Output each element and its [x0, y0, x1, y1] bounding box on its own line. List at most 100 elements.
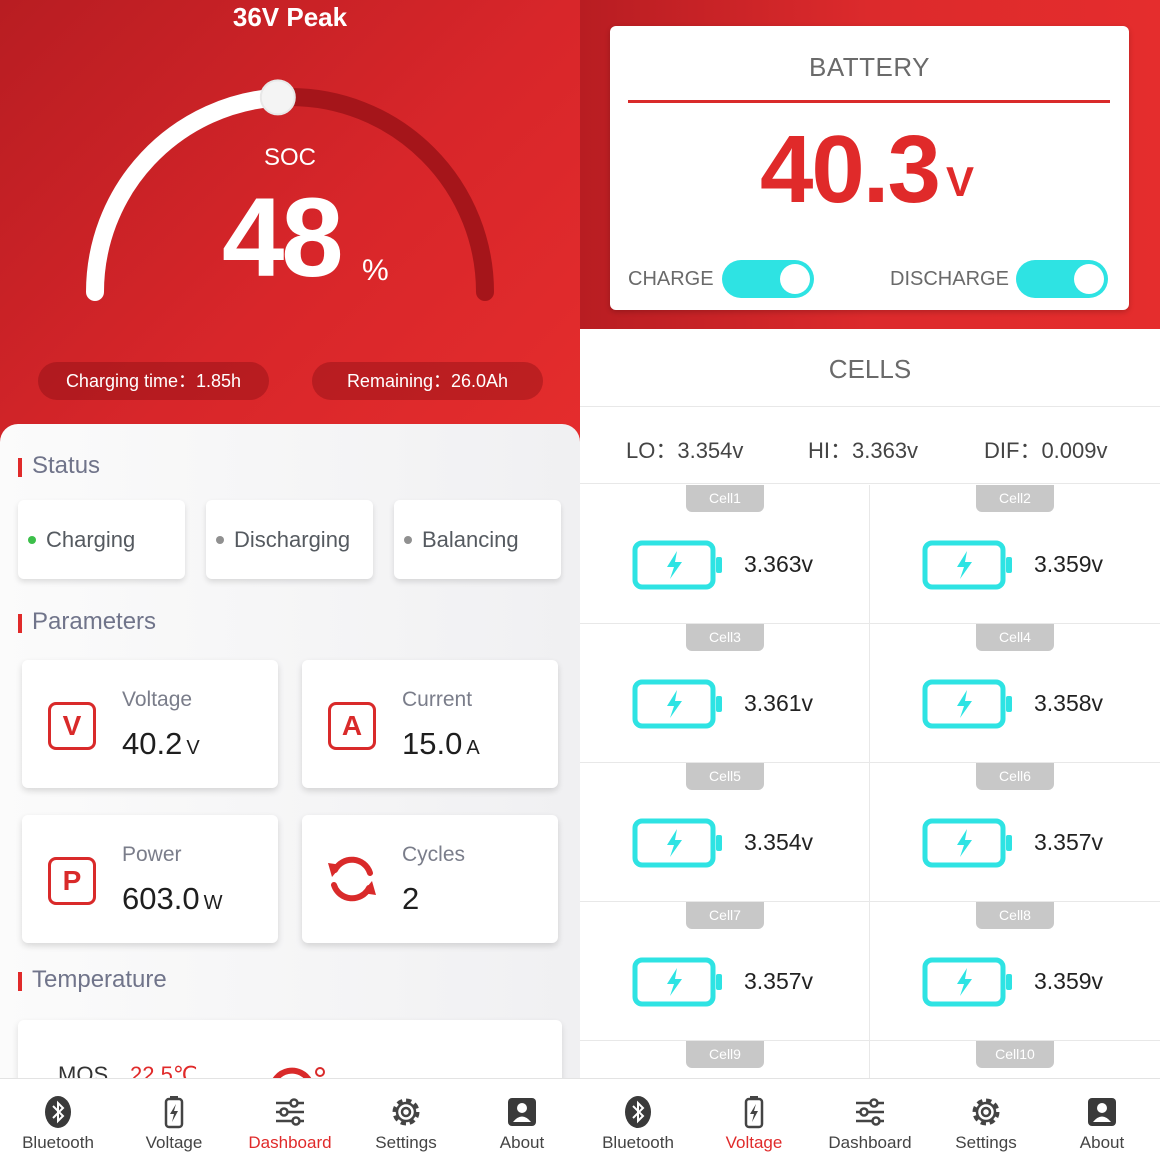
cell-name-tag: Cell10 [976, 1041, 1054, 1068]
voltage-value: 40.2 V [122, 726, 200, 761]
voltage-card: V Voltage 40.2 V [22, 660, 278, 788]
nav-about[interactable]: About [464, 1079, 580, 1160]
battery-voltage-value: 40.3 [760, 116, 941, 223]
toggle-knob [1074, 264, 1104, 294]
status-charging: Charging [18, 500, 185, 579]
bottom-nav: Bluetooth Voltage Dashboard Settings Abo… [0, 1078, 580, 1160]
cycles-value: 2 [402, 881, 420, 916]
status-section-title: Status [18, 452, 100, 480]
cell-battery-icon [922, 957, 1012, 1007]
status-dot-icon [28, 536, 36, 544]
cell-stats-row: LO：3.354v HI：3.363v DIF：0.009v [580, 406, 1160, 484]
cell-item: Cell6 3.357v [870, 763, 1160, 902]
cell-voltage: 3.359v [1034, 968, 1104, 994]
cell-battery-icon [632, 957, 722, 1007]
nav-label: Voltage [725, 1133, 783, 1152]
battery-title: BATTERY [808, 52, 930, 82]
gauge-knob [259, 79, 296, 116]
current-label: Current [402, 688, 473, 711]
cell-battery-icon [922, 679, 1012, 729]
cell-voltage: 3.361v [744, 690, 814, 716]
cell-voltage: 3.358v [1034, 690, 1104, 716]
charge-label: CHARGE [628, 268, 714, 290]
user-icon [1088, 1098, 1116, 1126]
cell-item: Cell4 3.358v [870, 624, 1160, 763]
charging-time-pill: Charging time：1.85h [38, 362, 269, 400]
current-value: 15.0 A [402, 726, 480, 761]
voltage-screen: BATTERY 40.3 V CHARGE DISCHARGE CELLS LO… [580, 0, 1160, 1160]
nav-voltage[interactable]: Voltage [116, 1079, 232, 1160]
cell-item: Cell8 3.359v [870, 902, 1160, 1041]
cell-low-stat: LO：3.354v [626, 438, 744, 463]
nav-label: Voltage [145, 1133, 203, 1152]
sliders-icon [276, 1098, 304, 1126]
nav-label: About [1079, 1133, 1125, 1152]
bluetooth-icon [45, 1096, 71, 1128]
gear-icon [972, 1098, 1000, 1126]
parameters-section-title: Parameters [18, 608, 156, 636]
charge-toggle[interactable] [722, 260, 814, 298]
bluetooth-icon [625, 1096, 651, 1128]
cell-battery-icon [632, 679, 722, 729]
soc-value: 48 [222, 175, 344, 300]
battery-charging-icon [744, 1096, 764, 1129]
battery-voltage-unit: V [946, 158, 975, 205]
user-icon [508, 1098, 536, 1126]
current-card: A Current 15.0 A [302, 660, 558, 788]
status-dot-icon [404, 536, 412, 544]
cycles-card: Cycles 2 [302, 815, 558, 943]
status-discharging: Discharging [206, 500, 373, 579]
refresh-cycle-icon [328, 856, 376, 902]
cell-name-tag: Cell8 [976, 902, 1054, 929]
power-label: Power [122, 843, 182, 866]
nav-label: Bluetooth [22, 1133, 94, 1152]
battery-card: BATTERY 40.3 V CHARGE DISCHARGE [610, 26, 1129, 310]
battery-charging-icon [164, 1096, 184, 1129]
temperature-card: MOS 22.5℃ [18, 1020, 562, 1080]
gear-icon [392, 1098, 420, 1126]
power-icon: P [48, 857, 96, 905]
cell-battery-icon [922, 818, 1012, 868]
soc-unit: % [362, 254, 389, 287]
status-label: Charging [46, 527, 136, 552]
nav-label: Dashboard [248, 1133, 332, 1152]
nav-bluetooth[interactable]: Bluetooth [580, 1079, 696, 1160]
status-label: Balancing [422, 527, 519, 552]
cell-battery-icon [632, 818, 722, 868]
nav-settings[interactable]: Settings [928, 1079, 1044, 1160]
discharge-toggle[interactable] [1016, 260, 1108, 298]
nav-dashboard[interactable]: Dashboard [232, 1079, 348, 1160]
cell-item: Cell7 3.357v [580, 902, 870, 1041]
status-label: Discharging [234, 527, 351, 552]
nav-label: Dashboard [828, 1133, 912, 1152]
cell-item: Cell3 3.361v [580, 624, 870, 763]
sliders-icon [856, 1098, 884, 1126]
status-balancing: Balancing [394, 500, 561, 579]
power-value: 603.0 W [122, 881, 223, 916]
toggle-knob [780, 264, 810, 294]
discharge-label: DISCHARGE [890, 268, 1009, 290]
voltage-icon: V [48, 702, 96, 750]
nav-about[interactable]: About [1044, 1079, 1160, 1160]
voltage-label: Voltage [122, 688, 193, 711]
nav-voltage[interactable]: Voltage [696, 1079, 812, 1160]
cell-voltage: 3.359v [1034, 551, 1104, 577]
cell-name-tag: Cell2 [976, 485, 1054, 512]
cell-name-tag: Cell4 [976, 624, 1054, 651]
current-icon: A [328, 702, 376, 750]
remaining-capacity-pill: Remaining：26.0Ah [312, 362, 543, 400]
cell-name-tag: Cell1 [686, 485, 764, 512]
nav-dashboard[interactable]: Dashboard [812, 1079, 928, 1160]
cell-item: Cell1 3.363v [580, 485, 870, 624]
cell-name-tag: Cell7 [686, 902, 764, 929]
cell-name-tag: Cell5 [686, 763, 764, 790]
nav-settings[interactable]: Settings [348, 1079, 464, 1160]
power-card: P Power 603.0 W [22, 815, 278, 943]
cell-name-tag: Cell6 [976, 763, 1054, 790]
bottom-nav: Bluetooth Voltage Dashboard Settings Abo… [580, 1078, 1160, 1160]
nav-label: Bluetooth [602, 1133, 674, 1152]
cell-voltage: 3.357v [1034, 829, 1104, 855]
nav-bluetooth[interactable]: Bluetooth [0, 1079, 116, 1160]
cell-battery-icon [632, 540, 722, 590]
nav-label: About [499, 1133, 545, 1152]
